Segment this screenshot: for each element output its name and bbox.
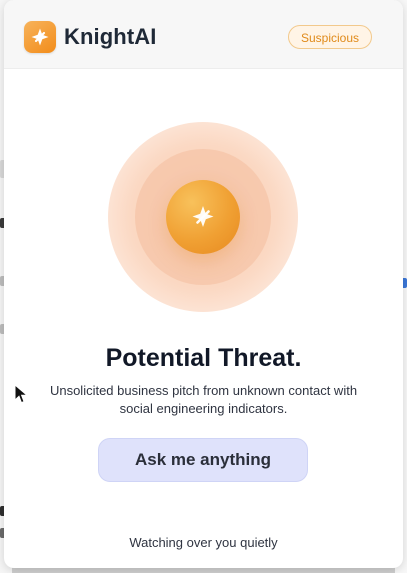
knight-spark-icon	[24, 21, 56, 53]
mouse-cursor-icon	[14, 384, 28, 404]
knight-spark-icon	[192, 206, 214, 227]
threat-core	[166, 180, 240, 254]
threat-description: Unsolicited business pitch from unknown …	[49, 383, 358, 416]
threat-indicator	[108, 122, 298, 312]
threat-title: Potential Threat.	[105, 344, 302, 372]
ask-me-anything-button[interactable]: Ask me anything	[98, 438, 308, 482]
footer-status-text: Watching over you quietly	[129, 535, 278, 550]
status-badge: Suspicious	[287, 25, 372, 49]
brand-name: KnightAI	[64, 24, 157, 49]
knightai-popup: KnightAI Suspicious Potential Threat. Un…	[4, 0, 403, 568]
popup-header: KnightAI Suspicious	[4, 0, 403, 69]
